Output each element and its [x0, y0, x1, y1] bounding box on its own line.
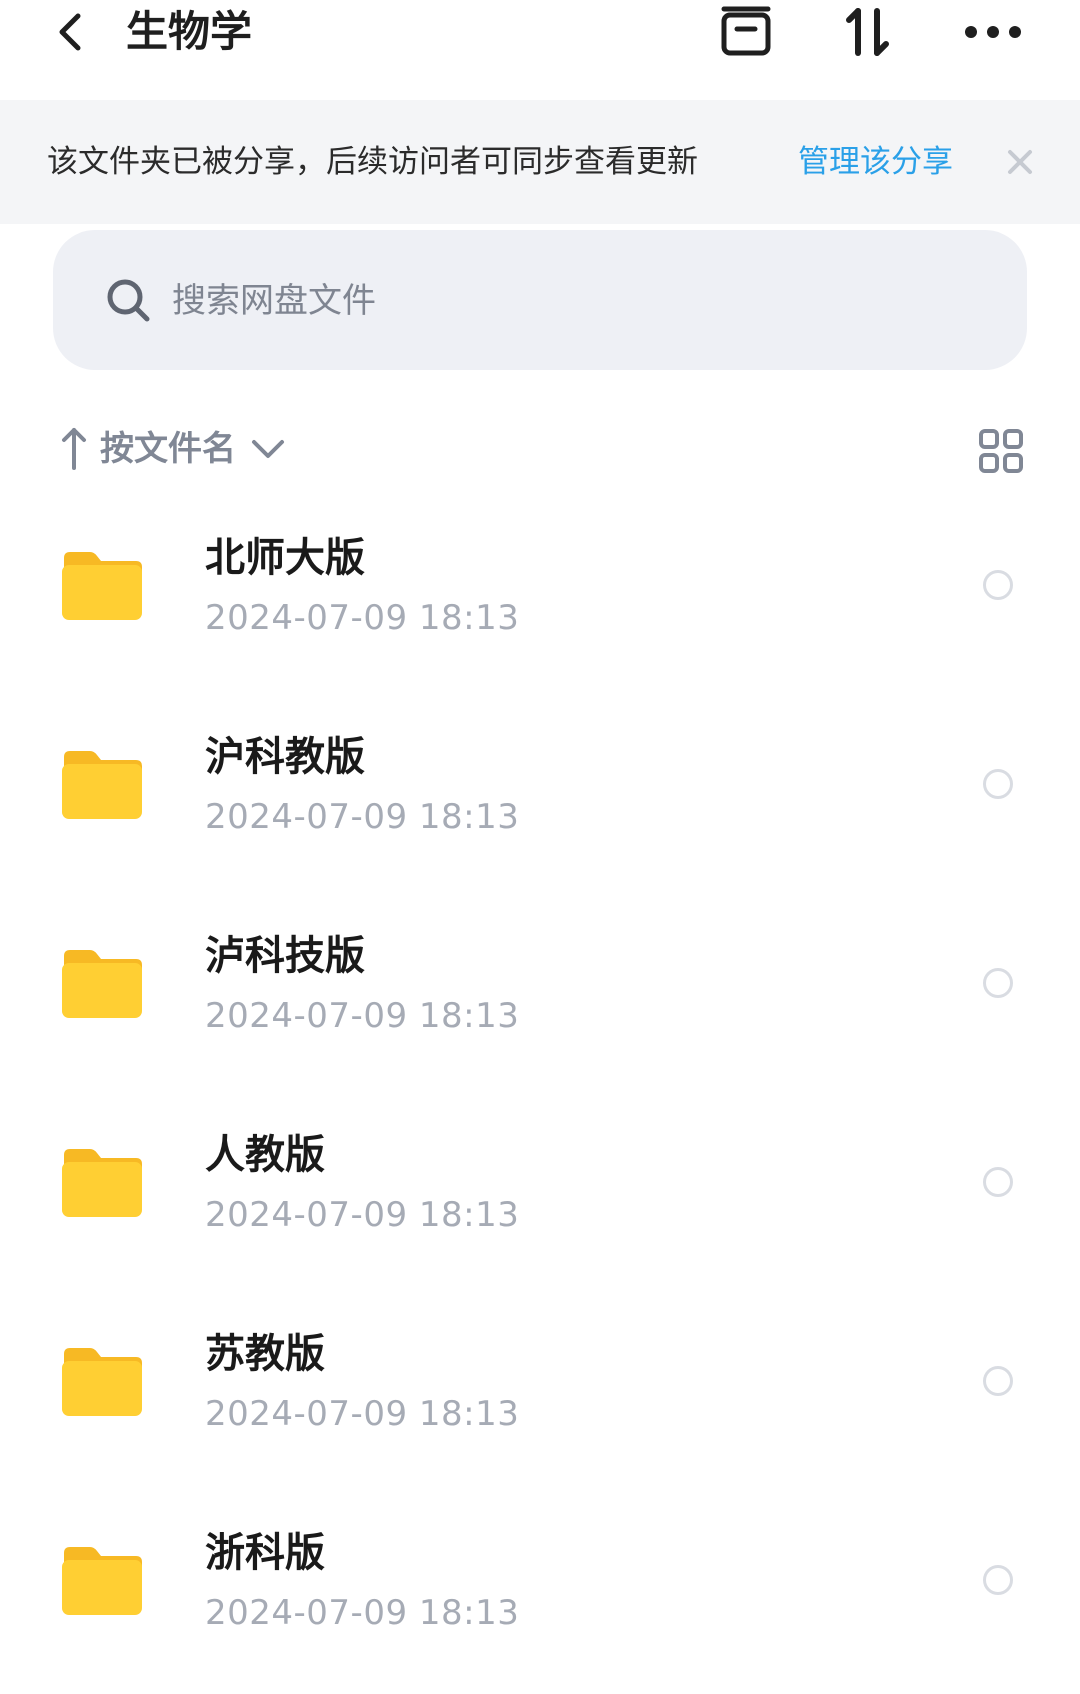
folder-name: 人教版 — [205, 1132, 325, 1178]
folder-row[interactable]: 泸科技版 2024-07-09 18:13 — [0, 898, 1080, 1097]
folder-icon — [62, 1348, 142, 1416]
sort-arrows-icon — [846, 8, 889, 56]
grid-view-icon[interactable] — [978, 428, 1024, 474]
folder-date: 2024-07-09 18:13 — [205, 797, 520, 837]
select-checkbox[interactable] — [983, 769, 1013, 799]
folder-icon — [62, 552, 142, 620]
search-placeholder: 搜索网盘文件 — [172, 281, 376, 321]
folder-icon — [62, 1547, 142, 1615]
top-bar: 生物学 — [0, 0, 1080, 100]
folder-date: 2024-07-09 18:13 — [205, 1394, 520, 1434]
select-checkbox[interactable] — [983, 1167, 1013, 1197]
select-checkbox[interactable] — [983, 968, 1013, 998]
folder-name: 苏教版 — [205, 1331, 325, 1377]
folder-row[interactable]: 北师大版 2024-07-09 18:13 — [0, 500, 1080, 699]
folder-name: 北师大版 — [205, 535, 365, 581]
folder-date: 2024-07-09 18:13 — [205, 1593, 520, 1633]
folder-date: 2024-07-09 18:13 — [205, 996, 520, 1036]
sort-button[interactable] — [838, 2, 898, 62]
chevron-down-icon[interactable] — [250, 436, 286, 462]
archive-button[interactable] — [716, 2, 776, 62]
select-checkbox[interactable] — [983, 1366, 1013, 1396]
folder-name: 泸科技版 — [205, 933, 365, 979]
chevron-left-icon — [59, 13, 81, 51]
close-banner-button[interactable] — [1000, 140, 1040, 184]
archive-box-icon — [721, 6, 771, 56]
more-button[interactable] — [958, 2, 1028, 62]
folder-icon — [62, 751, 142, 819]
page-title: 生物学 — [126, 7, 253, 56]
folder-row[interactable]: 苏教版 2024-07-09 18:13 — [0, 1296, 1080, 1495]
folder-row[interactable]: 人教版 2024-07-09 18:13 — [0, 1097, 1080, 1296]
search-icon — [107, 279, 150, 322]
share-notice-text: 该文件夹已被分享，后续访问者可同步查看更新 — [47, 144, 698, 180]
share-banner: 该文件夹已被分享，后续访问者可同步查看更新 管理该分享 — [0, 100, 1080, 224]
sort-by-name[interactable]: 按文件名 — [100, 426, 236, 472]
folder-icon — [62, 1149, 142, 1217]
arrow-up-icon[interactable] — [60, 424, 88, 472]
file-list: 北师大版 2024-07-09 18:13 沪科教版 2024-07-09 18… — [0, 500, 1080, 1694]
folder-icon — [62, 950, 142, 1018]
folder-date: 2024-07-09 18:13 — [205, 598, 520, 638]
back-button[interactable] — [48, 6, 92, 58]
close-icon — [1008, 150, 1032, 174]
more-dots-icon — [965, 26, 1021, 38]
folder-row[interactable]: 浙科版 2024-07-09 18:13 — [0, 1495, 1080, 1694]
folder-date: 2024-07-09 18:13 — [205, 1195, 520, 1235]
select-checkbox[interactable] — [983, 1565, 1013, 1595]
folder-name: 沪科教版 — [205, 734, 365, 780]
folder-name: 浙科版 — [205, 1530, 325, 1576]
select-checkbox[interactable] — [983, 570, 1013, 600]
manage-share-link[interactable]: 管理该分享 — [798, 140, 953, 184]
folder-row[interactable]: 沪科教版 2024-07-09 18:13 — [0, 699, 1080, 898]
